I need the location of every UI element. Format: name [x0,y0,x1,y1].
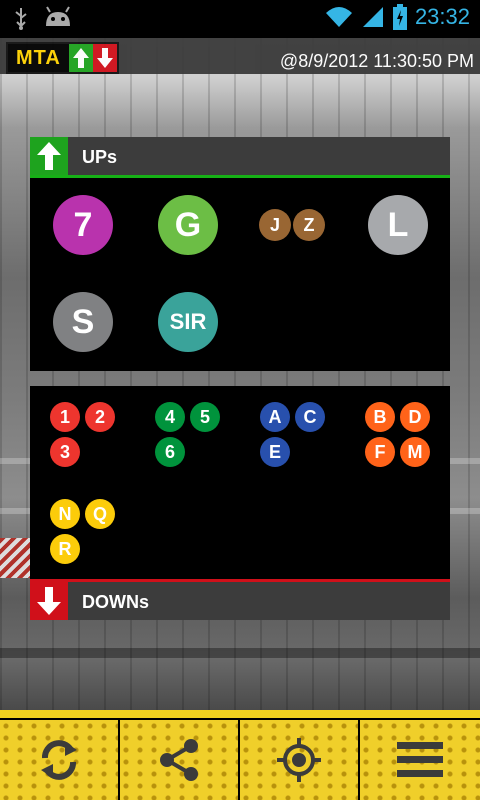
locate-button[interactable] [240,720,358,800]
logo-down-arrow-icon [92,44,117,72]
ups-label: UPs [82,147,118,167]
refresh-icon [35,736,83,784]
share-button[interactable] [120,720,238,800]
ups-line-j-bullet[interactable]: J [259,209,291,241]
downs-line-a-bullet[interactable]: A [260,402,290,432]
logo-text: MTA [8,44,69,72]
ups-line-z-bullet[interactable]: Z [293,209,325,241]
ups-header[interactable]: UPs [30,137,450,178]
android-debug-icon [44,6,72,30]
ups-line-s-bullet[interactable]: S [53,292,113,352]
downs-line-f-bullet[interactable]: F [365,437,395,467]
refresh-button[interactable] [0,720,118,800]
menu-button[interactable] [360,720,480,800]
ups-panel: UPs 7 G J Z L S SIR [30,137,450,371]
share-icon [155,736,203,784]
ups-line-7-bullet[interactable]: 7 [53,195,113,255]
downs-line-3-bullet[interactable]: 3 [50,437,80,467]
app-header: MTA @8/9/2012 11:30:50 PM [0,38,480,74]
downs-line-4-bullet[interactable]: 4 [155,402,185,432]
bottom-toolbar [0,710,480,800]
downs-line-r-bullet[interactable]: R [50,534,80,564]
status-bar: 23:32 [0,0,480,38]
downs-header[interactable]: DOWNs [30,579,450,620]
downs-line-c-bullet[interactable]: C [295,402,325,432]
logo-up-arrow-icon [68,44,93,72]
toolbar-accent-bar [0,710,480,718]
down-arrow-icon [30,582,68,620]
update-timestamp: @8/9/2012 11:30:50 PM [279,51,474,71]
downs-line-5-bullet[interactable]: 5 [190,402,220,432]
downs-line-6-bullet[interactable]: 6 [155,437,185,467]
up-arrow-icon [30,137,68,175]
downs-line-e-bullet[interactable]: E [260,437,290,467]
downs-line-1-bullet[interactable]: 1 [50,402,80,432]
menu-icon [395,738,445,782]
locate-icon [275,736,323,784]
downs-line-b-bullet[interactable]: B [365,402,395,432]
wifi-icon [325,5,353,29]
downs-line-d-bullet[interactable]: D [400,402,430,432]
signal-icon [361,5,385,29]
battery-charging-icon [392,4,407,30]
downs-line-n-bullet[interactable]: N [50,499,80,529]
background-stripe [0,648,480,658]
downs-line-2-bullet[interactable]: 2 [85,402,115,432]
downs-line-m-bullet[interactable]: M [400,437,430,467]
status-clock: 23:32 [414,4,470,29]
downs-panel: 123 456 ACE BDFM NQR DOWNs [30,386,450,620]
downs-label: DOWNs [82,592,149,612]
mta-logo[interactable]: MTA [6,42,119,74]
ups-line-sir-bullet[interactable]: SIR [158,292,218,352]
usb-icon [12,6,30,30]
background-hazard-stripe [0,538,30,578]
downs-line-q-bullet[interactable]: Q [85,499,115,529]
ups-line-l-bullet[interactable]: L [368,195,428,255]
ups-line-g-bullet[interactable]: G [158,195,218,255]
